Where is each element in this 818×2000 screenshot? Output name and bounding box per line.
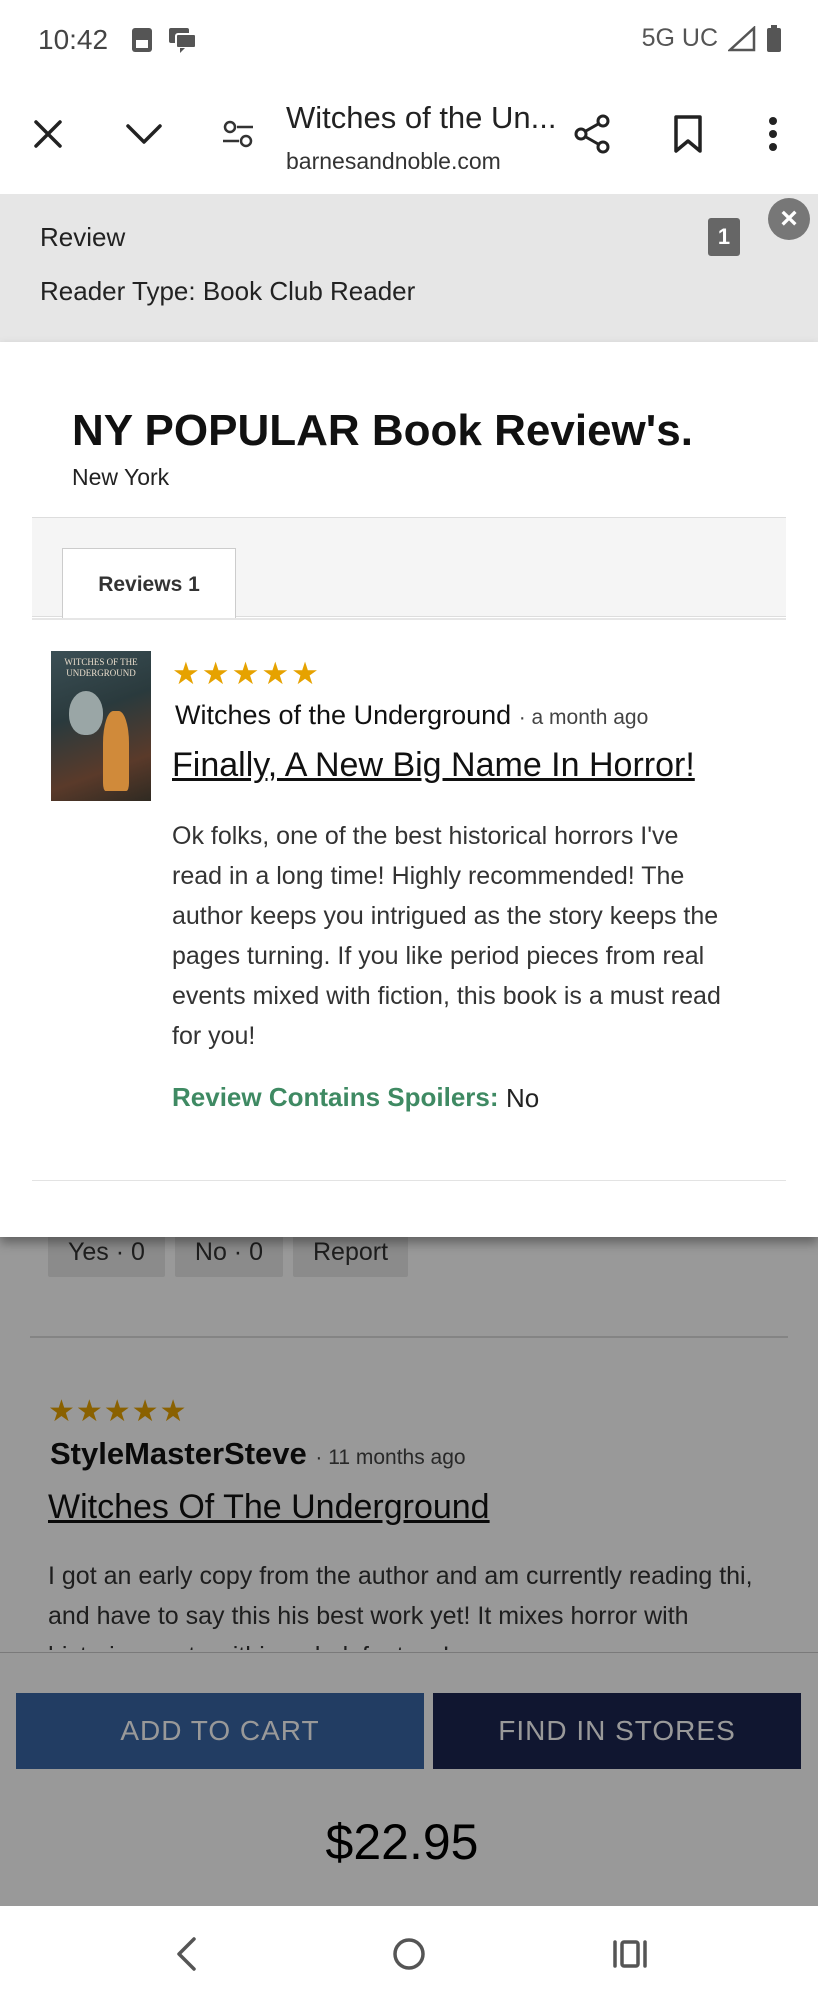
page-title[interactable]: Witches of the Un... [286, 100, 557, 136]
more-vert-icon[interactable] [745, 106, 801, 162]
close-modal-icon[interactable]: × [768, 198, 810, 240]
review-book-line: Witches of the Underground · a month ago [175, 700, 648, 731]
reviewer-name: NY POPULAR Book Review's. [72, 406, 693, 455]
sim-card-icon [132, 28, 152, 52]
review-title-link[interactable]: Finally, A New Big Name In Horror! [172, 746, 695, 785]
close-icon[interactable] [20, 106, 76, 162]
book-title[interactable]: Witches of the Underground [175, 700, 511, 730]
share-icon[interactable] [564, 106, 620, 162]
review-text: Ok folks, one of the best historical hor… [172, 822, 721, 1050]
divider [32, 618, 786, 620]
status-bar: 10:42 5G UC [0, 0, 818, 82]
spoiler-label: Review Contains Spoilers: [172, 1082, 499, 1112]
spoiler-value: No [506, 1083, 540, 1113]
book-cover[interactable]: WITCHES OF THE UNDERGROUND [51, 651, 151, 801]
message-icon [169, 28, 197, 53]
modal-review-label: Review [40, 222, 126, 252]
cover-art-figure [103, 711, 129, 791]
back-icon[interactable] [156, 1930, 216, 1978]
book-cover-title: WITCHES OF THE UNDERGROUND [64, 657, 138, 678]
site-settings-icon[interactable] [210, 106, 266, 162]
review-time: · a month ago [518, 706, 649, 729]
reader-type: Reader Type: Book Club Reader [40, 276, 416, 306]
status-time: 10:42 [38, 24, 109, 55]
home-icon[interactable] [379, 1930, 439, 1978]
browser-toolbar: Witches of the Un... barnesandnoble.com [0, 82, 818, 194]
status-right: 5G UC [642, 24, 782, 53]
modal-header: Review Reader Type: Book Club Reader 1 [0, 194, 818, 342]
chevron-down-icon[interactable] [116, 106, 172, 162]
review-count-badge: 1 [708, 218, 740, 256]
network-label: 5G UC [641, 24, 718, 52]
tabs: Reviews 1 [32, 517, 786, 620]
bookmark-icon[interactable] [660, 106, 716, 162]
system-nav-bar [0, 1906, 818, 2000]
notification-icons [130, 26, 198, 54]
cover-art-figure [69, 691, 103, 735]
recents-icon[interactable] [600, 1930, 660, 1978]
signal-icon [728, 25, 756, 51]
tab-reviews[interactable]: Reviews 1 [62, 548, 236, 620]
battery-icon [767, 24, 781, 52]
page-url[interactable]: barnesandnoble.com [286, 148, 501, 175]
review-stars: ★★★★★ [172, 656, 321, 691]
reviewer-location: New York [72, 464, 170, 490]
divider [32, 1180, 786, 1181]
reviewer-profile-modal: NY POPULAR Book Review's. New York Revie… [0, 342, 818, 1237]
